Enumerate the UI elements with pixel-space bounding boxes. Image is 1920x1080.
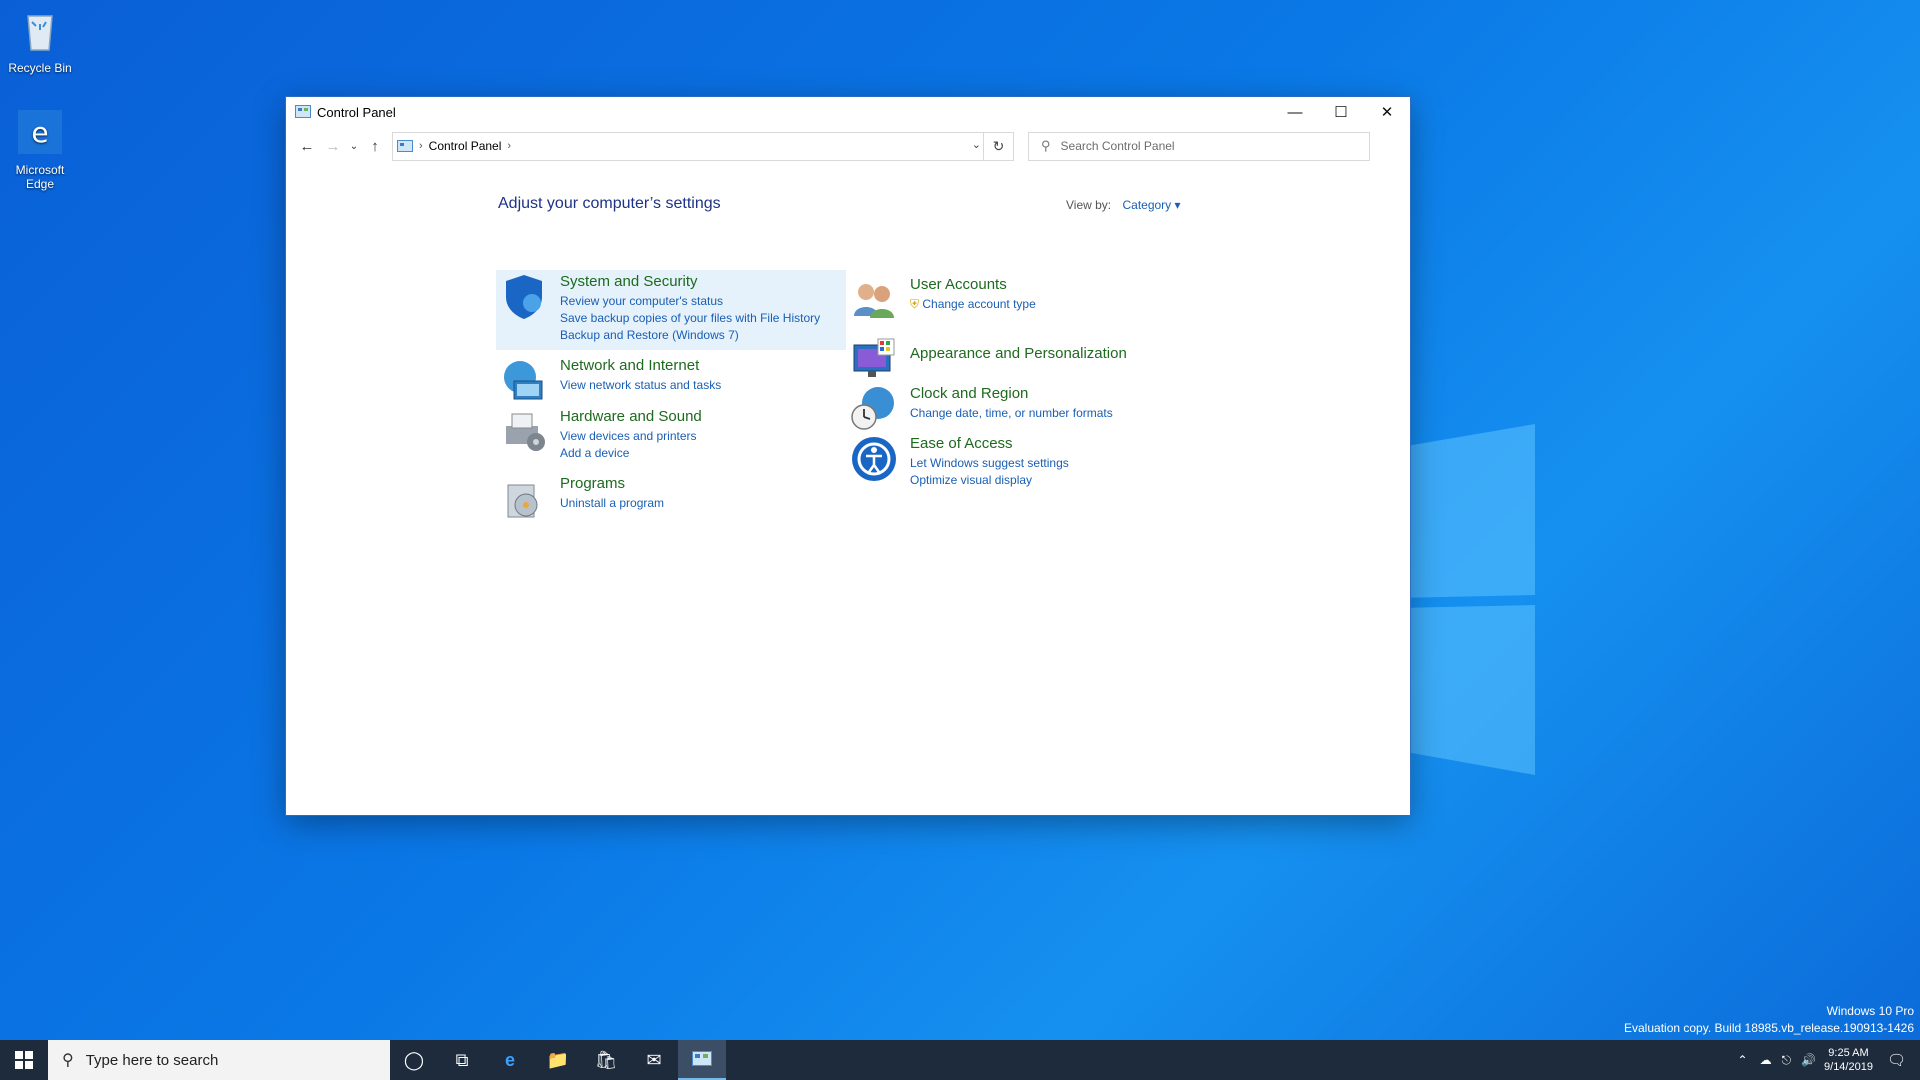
category-network-internet[interactable]: Network and Internet View network status… — [500, 357, 721, 405]
mail-icon[interactable]: ✉ — [630, 1040, 678, 1080]
view-by: View by: Category ▾ — [1066, 198, 1181, 212]
category-title[interactable]: Clock and Region — [910, 385, 1113, 402]
windows-icon — [15, 1051, 33, 1069]
refresh-icon[interactable]: ↻ — [983, 132, 1013, 160]
control-panel-window: Control Panel — ☐ ✕ ← → ⌄ ↑ › Control Pa… — [286, 97, 1410, 815]
recycle-bin-icon — [27, 15, 53, 51]
category-link[interactable]: Uninstall a program — [560, 495, 664, 512]
desktop-icon-label: Microsoft Edge — [15, 163, 65, 191]
task-view-icon[interactable]: ⧉ — [438, 1040, 486, 1080]
breadcrumb-separator-icon[interactable]: › — [507, 140, 511, 152]
users-icon — [854, 284, 894, 318]
search-placeholder: Search Control Panel — [1060, 139, 1175, 153]
maximize-button[interactable]: ☐ — [1318, 97, 1364, 127]
category-title[interactable]: Hardware and Sound — [560, 408, 702, 425]
category-title[interactable]: Programs — [560, 475, 664, 492]
shield-icon — [506, 275, 542, 319]
address-row: ← → ⌄ ↑ › Control Panel › ⌄ ↻ ⚲ Search C… — [286, 127, 1410, 165]
windows-logo-wallpaper — [1395, 424, 1535, 775]
notifications-icon[interactable]: 🗨 — [1887, 1051, 1906, 1069]
cortana-icon[interactable]: ◯ — [390, 1040, 438, 1080]
desktop-icon-label: Recycle Bin — [8, 61, 72, 75]
start-button[interactable] — [0, 1040, 48, 1080]
title-bar[interactable]: Control Panel — ☐ ✕ — [286, 97, 1410, 127]
category-hardware-sound[interactable]: Hardware and Sound View devices and prin… — [500, 408, 702, 462]
category-link[interactable]: Optimize visual display — [910, 472, 1069, 489]
chevron-down-icon[interactable]: ⌄ — [972, 138, 981, 151]
category-link[interactable]: Backup and Restore (Windows 7) — [560, 327, 820, 344]
window-title: Control Panel — [317, 104, 396, 120]
file-explorer-icon[interactable]: 📁 — [534, 1040, 582, 1080]
up-icon[interactable]: ↑ — [362, 133, 388, 159]
category-clock-region[interactable]: Clock and Region Change date, time, or n… — [850, 385, 1113, 433]
category-link[interactable]: View network status and tasks — [560, 377, 721, 394]
chevron-up-icon[interactable]: ⌃ — [1738, 1053, 1748, 1067]
appearance-icon — [853, 338, 895, 377]
desktop-icon-recycle-bin[interactable]: Recycle Bin — [0, 6, 80, 75]
ease-of-access-icon — [852, 437, 896, 481]
watermark-edition: Windows 10 Pro — [1826, 1004, 1914, 1018]
search-icon: ⚲ — [1041, 138, 1051, 153]
clock-globe-icon — [851, 387, 894, 430]
control-panel-icon — [295, 105, 311, 118]
address-bar[interactable]: › Control Panel › ⌄ ↻ — [392, 131, 1014, 161]
category-link[interactable]: Add a device — [560, 445, 702, 462]
system-tray: ⌃ ☁ ⎋ 🔊 9:25 AM 9/14/2019 🗨 — [1738, 1040, 1920, 1080]
watermark-build: Evaluation copy. Build 18985.vb_release.… — [1624, 1021, 1914, 1035]
recent-locations-icon[interactable]: ⌄ — [346, 133, 362, 159]
category-link[interactable]: Save backup copies of your files with Fi… — [560, 310, 820, 327]
control-panel-icon — [397, 140, 413, 152]
programs-icon — [507, 484, 538, 518]
view-by-label: View by: — [1066, 198, 1112, 212]
category-title[interactable]: System and Security — [560, 273, 820, 290]
globe-network-icon — [504, 361, 543, 400]
store-icon[interactable]: 🛍 — [582, 1040, 630, 1080]
clock[interactable]: 9:25 AM 9/14/2019 — [1824, 1046, 1873, 1074]
view-by-dropdown[interactable]: Category ▾ — [1122, 198, 1180, 212]
svg-text:e: e — [31, 116, 48, 149]
category-title[interactable]: Appearance and Personalization — [910, 345, 1127, 362]
desktop-icon-edge[interactable]: e Microsoft Edge — [0, 108, 80, 191]
edge-icon: e — [18, 110, 62, 154]
uac-shield-icon: ⛨ — [910, 297, 920, 311]
category-title[interactable]: Network and Internet — [560, 357, 721, 374]
category-title[interactable]: User Accounts — [910, 276, 1036, 293]
control-panel-taskbar-icon[interactable] — [678, 1040, 726, 1080]
category-link[interactable]: ⛨ Change account type — [910, 296, 1036, 313]
printer-icon — [506, 413, 545, 451]
page-title: Adjust your computer’s settings — [498, 195, 721, 212]
windows-watermark: Windows 10 Pro Evaluation copy. Build 18… — [1624, 1003, 1914, 1037]
category-programs[interactable]: Programs Uninstall a program — [500, 475, 664, 523]
category-ease-of-access[interactable]: Ease of Access Let Windows suggest setti… — [850, 435, 1069, 489]
category-link[interactable]: Change date, time, or number formats — [910, 405, 1113, 422]
category-link[interactable]: View devices and printers — [560, 428, 702, 445]
category-link[interactable]: Let Windows suggest settings — [910, 455, 1069, 472]
search-icon: ⚲ — [62, 1052, 74, 1069]
breadcrumb-separator-icon: › — [419, 140, 423, 152]
onedrive-icon[interactable]: ☁ — [1760, 1053, 1772, 1067]
taskbar-search-placeholder: Type here to search — [85, 1051, 219, 1069]
network-icon[interactable]: ⎋ — [1782, 1053, 1792, 1068]
category-system-security[interactable]: System and Security Review your computer… — [500, 273, 820, 344]
forward-icon[interactable]: → — [320, 133, 346, 159]
control-panel-icon — [692, 1051, 712, 1066]
search-input[interactable]: ⚲ Search Control Panel — [1028, 131, 1370, 161]
category-user-accounts[interactable]: User Accounts ⛨ Change account type — [850, 276, 1036, 324]
taskbar-search-box[interactable]: ⚲ Type here to search — [48, 1040, 390, 1080]
breadcrumb-control-panel[interactable]: Control Panel — [429, 139, 502, 153]
category-title[interactable]: Ease of Access — [910, 435, 1069, 452]
category-appearance[interactable]: Appearance and Personalization — [850, 335, 1127, 383]
close-button[interactable]: ✕ — [1364, 97, 1410, 127]
back-icon[interactable]: ← — [294, 133, 320, 159]
edge-taskbar-icon[interactable]: e — [486, 1040, 534, 1080]
clock-time: 9:25 AM — [1828, 1047, 1869, 1059]
minimize-button[interactable]: — — [1272, 97, 1318, 127]
category-link[interactable]: Review your computer's status — [560, 293, 820, 310]
taskbar: ⚲ Type here to search ◯ ⧉ e 📁 🛍 ✉ ⌃ ☁ ⎋ … — [0, 1040, 1920, 1080]
clock-date: 9/14/2019 — [1824, 1061, 1873, 1073]
volume-icon[interactable]: 🔊 — [1801, 1053, 1816, 1067]
